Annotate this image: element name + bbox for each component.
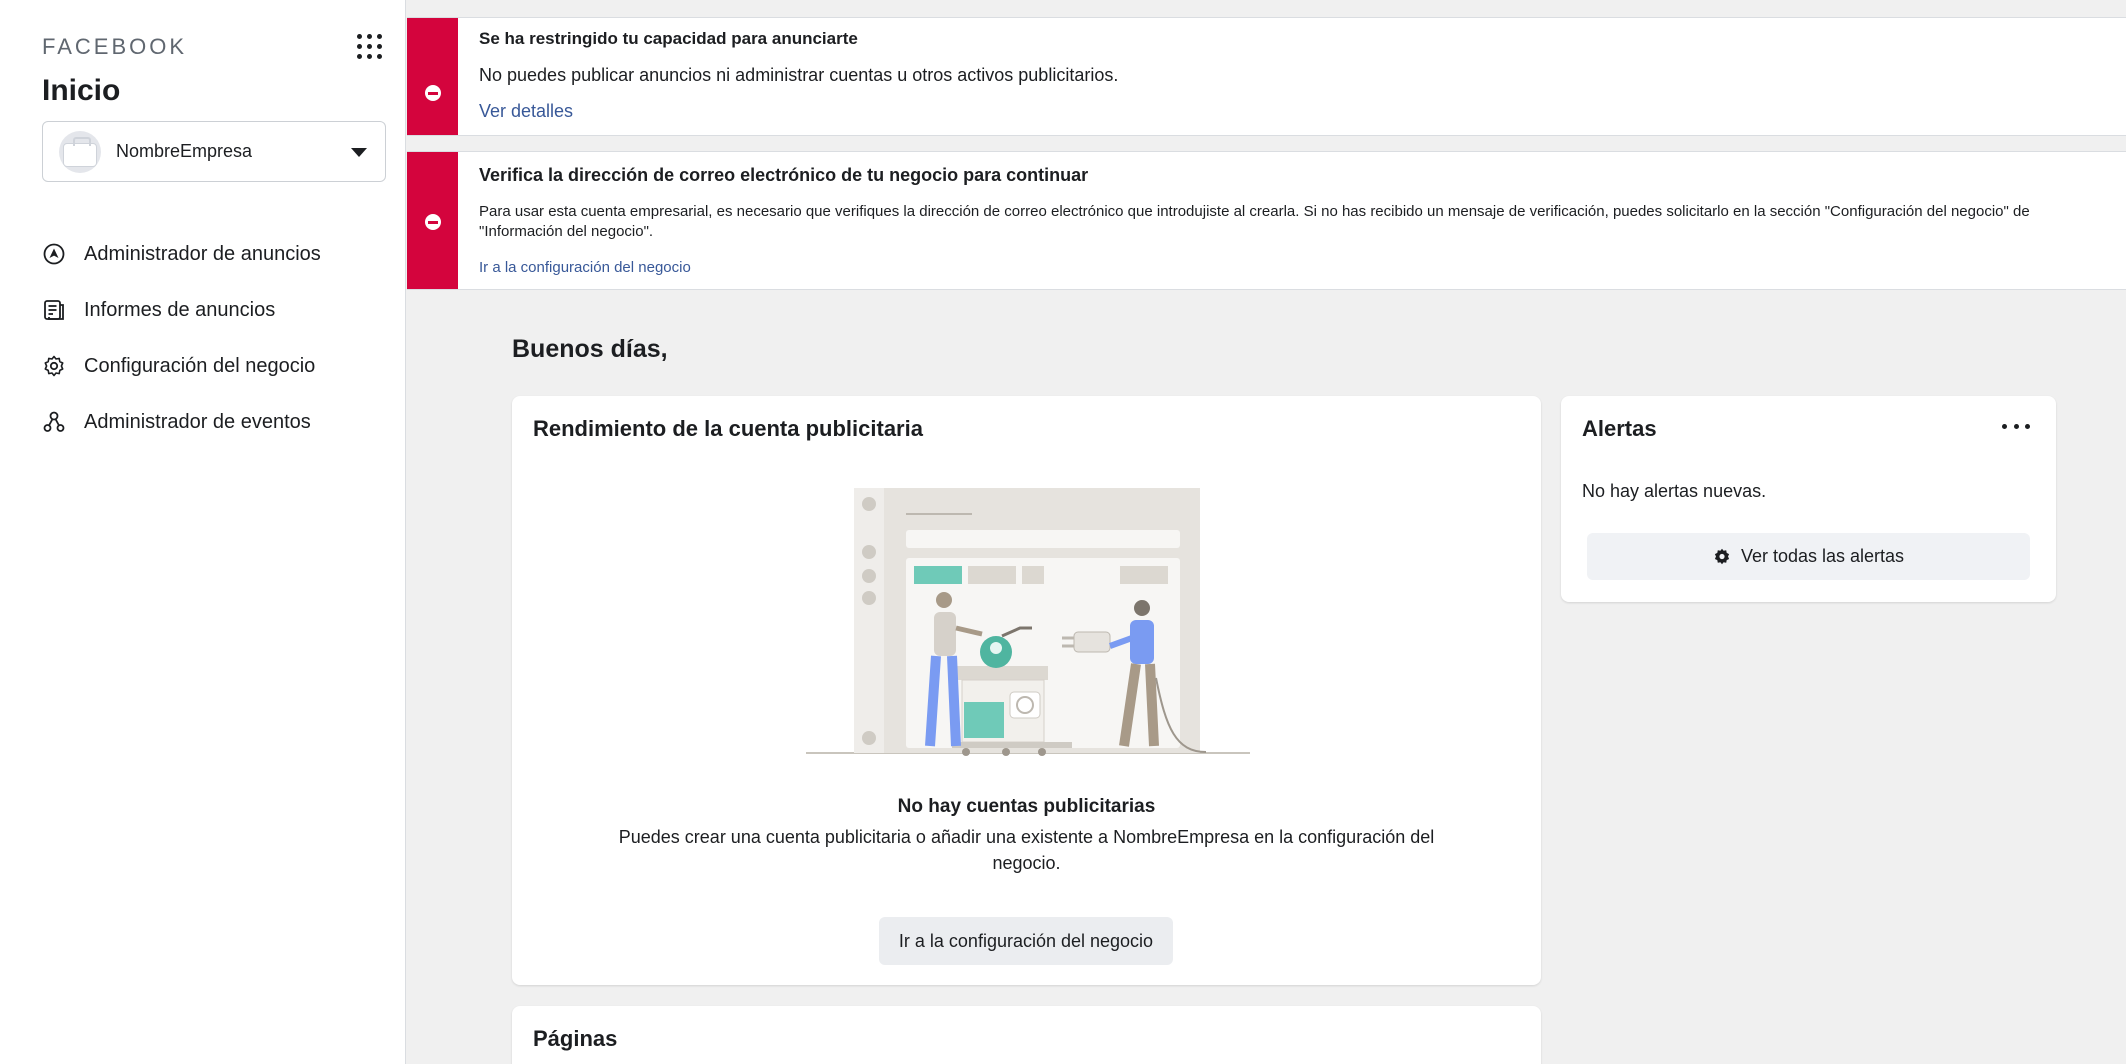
error-icon [425, 214, 441, 230]
sidebar-item-label: Configuración del negocio [84, 354, 316, 377]
business-settings-link[interactable]: Ir a la configuración del negocio [479, 259, 691, 276]
ad-account-performance-card: Rendimiento de la cuenta publicitaria No… [512, 396, 1541, 985]
banner-title: Verifica la dirección de correo electrón… [479, 165, 1089, 185]
alerts-empty-text: No hay alertas nuevas. [1582, 481, 1767, 501]
card-title: Alertas [1582, 416, 1657, 441]
sidebar-item-label: Informes de anuncios [84, 298, 276, 321]
events-manager-icon [42, 410, 66, 434]
empty-state-description: Puedes crear una cuenta publicitaria o a… [618, 827, 1435, 873]
card-title: Rendimiento de la cuenta publicitaria [533, 416, 923, 441]
sidebar-item-ads-reports[interactable]: Informes de anuncios [42, 282, 392, 338]
banner-stripe [407, 152, 458, 289]
sidebar-item-events-manager[interactable]: Administrador de eventos [42, 394, 392, 450]
gear-icon [42, 354, 66, 378]
view-all-alerts-button[interactable]: Ver todas las alertas [1587, 533, 2030, 580]
empty-state-illustration [806, 488, 1250, 756]
card-title: Páginas [533, 1026, 618, 1051]
apps-grid-icon[interactable] [357, 34, 383, 60]
view-all-alerts-label: Ver todas las alertas [1740, 546, 1905, 566]
sidebar-nav: Administrador de anuncios Informes de an… [42, 226, 392, 450]
chevron-down-icon [351, 148, 367, 157]
banner-title: Se ha restringido tu capacidad para anun… [479, 29, 858, 48]
banner-text: No puedes publicar anuncios ni administr… [479, 65, 1119, 85]
pages-card: Páginas [512, 1006, 1541, 1064]
gear-icon [1714, 548, 1730, 564]
sidebar-item-label: Administrador de eventos [84, 410, 311, 433]
sidebar-item-business-settings[interactable]: Configuración del negocio [42, 338, 392, 394]
sidebar-item-ads-manager[interactable]: Administrador de anuncios [42, 226, 392, 282]
error-icon [425, 85, 441, 101]
ads-manager-icon [42, 242, 66, 266]
more-options-icon[interactable] [2002, 416, 2030, 436]
business-selector[interactable]: NombreEmpresa [42, 121, 386, 182]
facebook-brand: FACEBOOK [42, 34, 188, 59]
banner-stripe [407, 18, 458, 135]
business-avatar [59, 131, 101, 173]
verify-email-banner: Verifica la dirección de correo electrón… [407, 151, 2126, 290]
ads-reports-icon [42, 298, 66, 322]
sidebar: FACEBOOK Inicio NombreEmpresa Administra… [0, 0, 406, 1064]
briefcase-icon [63, 137, 97, 167]
restriction-banner: Se ha restringido tu capacidad para anun… [407, 17, 2126, 136]
go-to-business-settings-button[interactable]: Ir a la configuración del negocio [879, 917, 1173, 965]
alerts-card: Alertas No hay alertas nuevas. Ver todas… [1561, 396, 2056, 602]
greeting: Buenos días, [512, 335, 668, 363]
empty-state-title: No hay cuentas publicitarias [897, 796, 1156, 817]
page-title: Inicio [42, 74, 121, 107]
view-details-link[interactable]: Ver detalles [479, 101, 573, 122]
banner-text: Para usar esta cuenta empresarial, es ne… [479, 203, 2030, 240]
business-name: NombreEmpresa [116, 141, 253, 161]
sidebar-item-label: Administrador de anuncios [84, 242, 321, 265]
